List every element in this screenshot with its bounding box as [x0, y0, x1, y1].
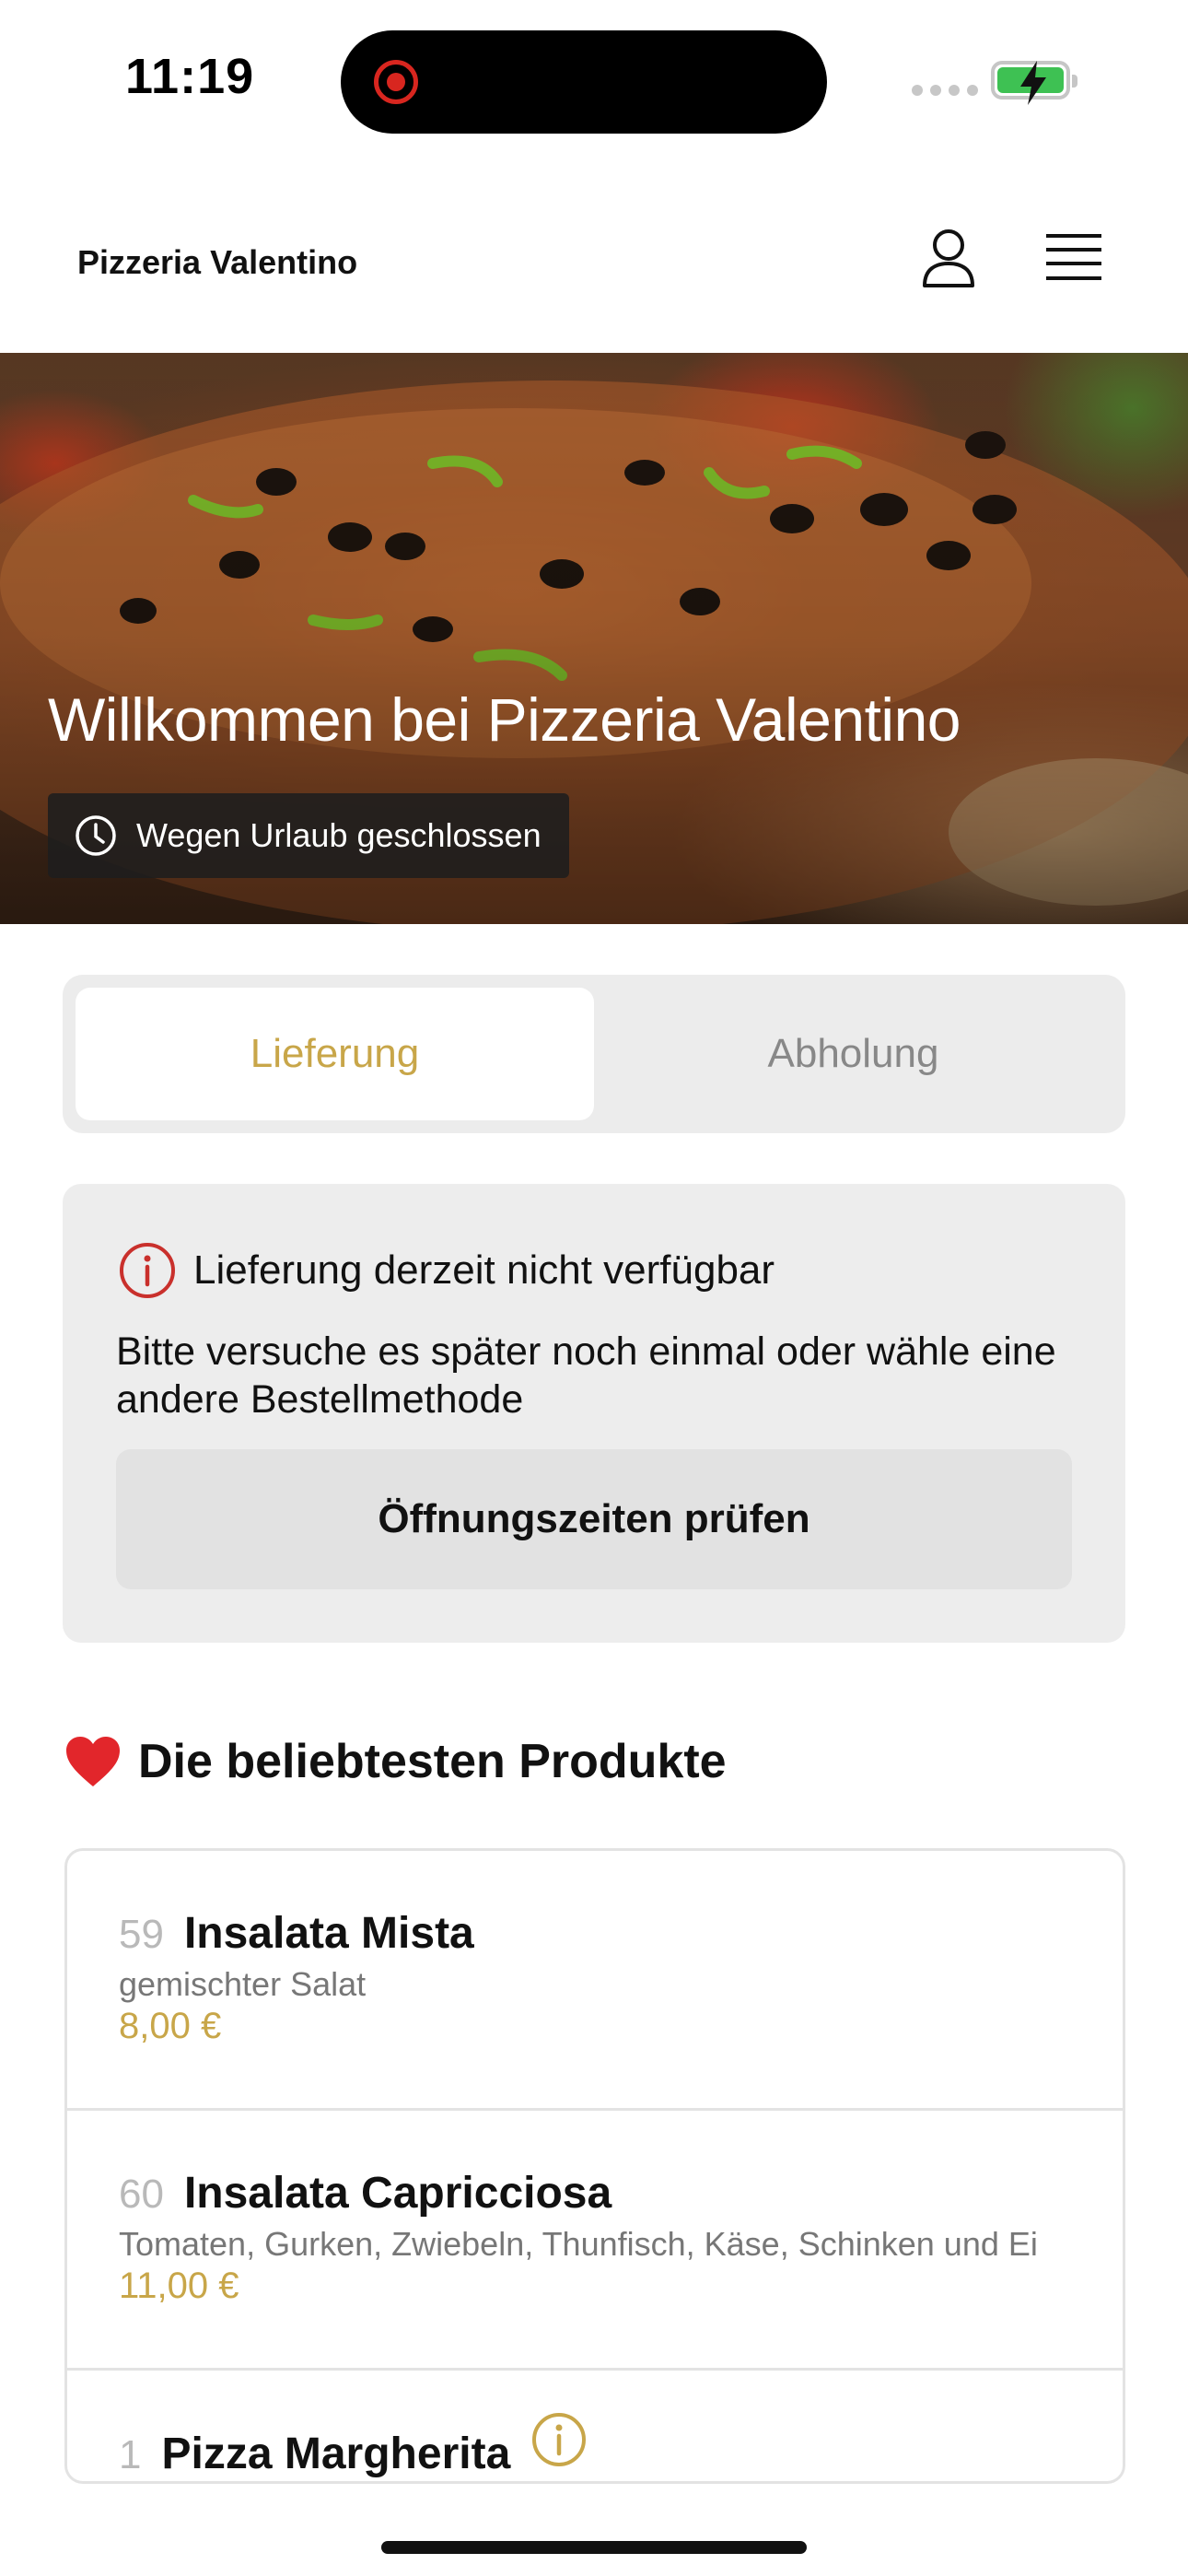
- product-description: gemischter Salat: [119, 1965, 367, 2003]
- dynamic-island: [341, 30, 827, 134]
- heart-icon: [66, 1737, 120, 1786]
- tab-pickup[interactable]: Abholung: [594, 988, 1112, 1120]
- hero-banner: Willkommen bei Pizzeria Valentino Wegen …: [0, 353, 1188, 924]
- product-item[interactable]: 59 Insalata Mista gemischter Salat 8,00 …: [67, 1851, 1123, 2111]
- product-number: 59: [119, 1912, 164, 1957]
- info-icon: [120, 1243, 175, 1298]
- status-time: 11:19: [125, 49, 255, 104]
- home-indicator[interactable]: [381, 2541, 807, 2554]
- app-header: Pizzeria Valentino: [0, 157, 1188, 353]
- product-price: 11,00 €: [119, 2266, 239, 2306]
- product-item[interactable]: 60 Insalata Capricciosa Tomaten, Gurken,…: [67, 2111, 1123, 2371]
- product-number: 1: [119, 2432, 142, 2477]
- product-description: Tomaten, Gurken, Zwiebeln, Thunfisch, Kä…: [119, 2225, 1038, 2263]
- hero-title: Willkommen bei Pizzeria Valentino: [48, 685, 961, 754]
- product-price: 8,00 €: [119, 2006, 222, 2046]
- product-name: Insalata Mista: [183, 1909, 474, 1958]
- screen-recording-icon: [374, 60, 418, 104]
- product-name: Pizza Margherita: [161, 2430, 511, 2478]
- cellular-dots-icon: [912, 85, 978, 96]
- product-list: 59 Insalata Mista gemischter Salat 8,00 …: [64, 1848, 1125, 2484]
- user-icon[interactable]: [919, 227, 978, 289]
- product-number: 60: [119, 2172, 164, 2217]
- product-info-icon[interactable]: [530, 2411, 588, 2468]
- app-title: Pizzeria Valentino: [77, 243, 358, 281]
- product-name: Insalata Capricciosa: [183, 2169, 612, 2218]
- menu-icon[interactable]: [1044, 232, 1103, 284]
- alert-body: Bitte versuche es später noch einmal ode…: [116, 1329, 1056, 1422]
- clock-icon: [76, 815, 116, 856]
- status-badge: Wegen Urlaub geschlossen: [48, 793, 569, 878]
- product-item[interactable]: 1 Pizza Margherita: [67, 2371, 1123, 2481]
- check-opening-hours-button[interactable]: Öffnungszeiten prüfen: [116, 1449, 1072, 1589]
- status-badge-text: Wegen Urlaub geschlossen: [136, 816, 542, 854]
- status-bar: 11:19: [0, 0, 1188, 157]
- battery-charging-icon: [991, 61, 1077, 105]
- delivery-unavailable-alert: Lieferung derzeit nicht verfügbar Bitte …: [63, 1184, 1125, 1643]
- section-title: Die beliebtesten Produkte: [64, 1734, 727, 1789]
- alert-title: Lieferung derzeit nicht verfügbar: [193, 1247, 775, 1293]
- tab-delivery[interactable]: Lieferung: [76, 988, 594, 1120]
- order-method-toggle: Lieferung Abholung: [63, 975, 1125, 1133]
- section-title-text: Die beliebtesten Produkte: [138, 1735, 727, 1788]
